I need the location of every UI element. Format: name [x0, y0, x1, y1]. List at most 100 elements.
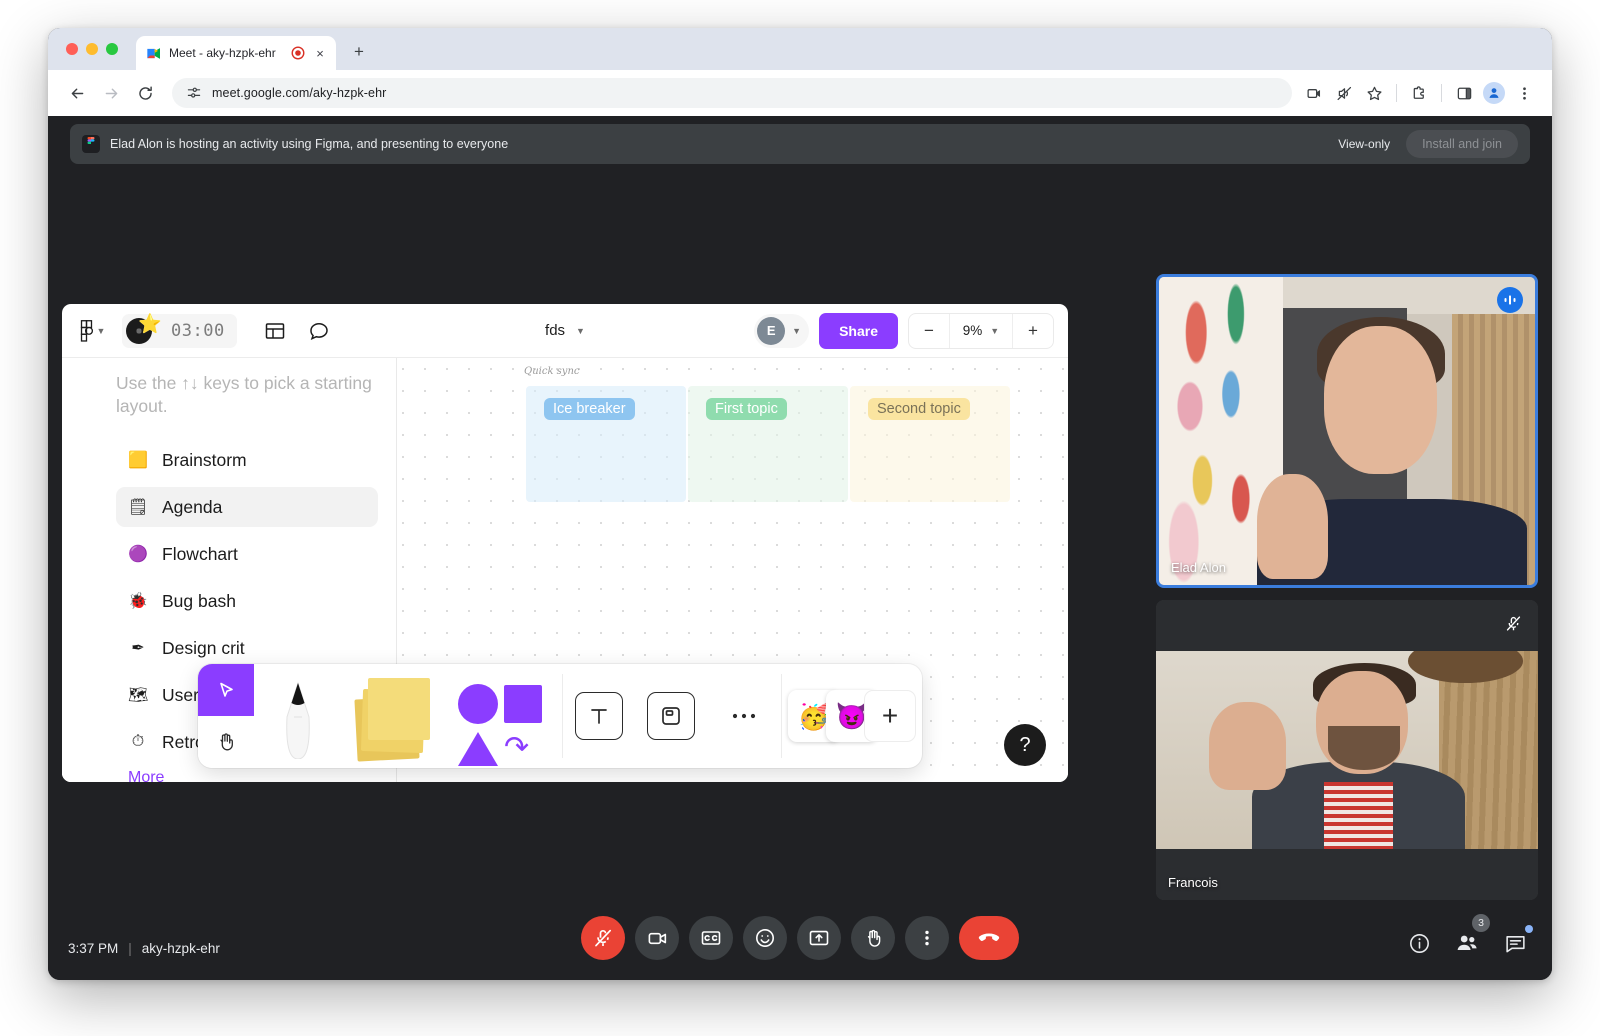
- figma-logo-icon[interactable]: ▼: [76, 315, 108, 347]
- stopwatch-icon: ⏱: [131, 733, 145, 751]
- striped-shirt: [1324, 781, 1393, 849]
- meeting-time: 3:37 PM: [68, 941, 119, 956]
- meeting-info: 3:37 PM | aky-hzpk-ehr: [68, 941, 220, 956]
- document-name-label: fds: [545, 322, 566, 339]
- agenda-column[interactable]: First topic: [688, 386, 848, 502]
- layout-glyph: [265, 322, 284, 339]
- address-bar[interactable]: meet.google.com/aky-hzpk-ehr: [172, 78, 1292, 108]
- extensions-icon[interactable]: [1405, 79, 1433, 107]
- leave-call-button[interactable]: [959, 916, 1019, 960]
- layout-item-label: Flowchart: [162, 543, 238, 564]
- activity-timer[interactable]: ⭐ 03:00: [122, 313, 237, 348]
- text-box: [575, 692, 623, 740]
- chat-button[interactable]: [1500, 925, 1533, 958]
- forward-button[interactable]: [96, 78, 126, 108]
- bookmark-star-icon[interactable]: [1360, 79, 1388, 107]
- shapes-icon[interactable]: ↷: [446, 664, 562, 768]
- zoom-in-button[interactable]: +: [1013, 314, 1053, 348]
- video-tile-elad-alon[interactable]: Elad Alon: [1156, 274, 1538, 588]
- sticky-notes-icon[interactable]: [342, 664, 446, 768]
- help-button[interactable]: ?: [1004, 724, 1046, 766]
- add-sticker-button[interactable]: +: [864, 690, 916, 742]
- side-panel-icon[interactable]: [1450, 79, 1478, 107]
- agenda-chip[interactable]: Second topic: [868, 398, 970, 420]
- new-tab-button[interactable]: +: [346, 39, 372, 65]
- video-tiles: Elad Alon Francois: [1156, 274, 1538, 900]
- figma-toolbar: ▼ ⭐ 03:00 fds ▼ E ▼ Share − 9% ▼ +: [62, 304, 1068, 358]
- video-stream: [1156, 600, 1538, 900]
- close-tab-button[interactable]: ×: [312, 45, 328, 61]
- layout-item-label: Design crit: [162, 637, 245, 658]
- raise-hand-button[interactable]: [851, 916, 895, 960]
- music-disc-star-icon: ⭐: [126, 315, 162, 344]
- more-options-button[interactable]: [905, 916, 949, 960]
- reactions-button[interactable]: [743, 916, 787, 960]
- minimize-window-button[interactable]: [86, 43, 98, 55]
- participants-button[interactable]: 3: [1452, 914, 1490, 958]
- layout-item-flowchart[interactable]: 🟣 Flowchart: [116, 534, 378, 574]
- figma-canvas[interactable]: Use the ↑↓ keys to pick a starting layou…: [62, 358, 1068, 782]
- more-tools-icon[interactable]: [707, 664, 781, 768]
- zoom-value: 9%: [962, 323, 983, 338]
- collaborator-avatars[interactable]: E ▼: [754, 313, 810, 348]
- cast-icon[interactable]: [1300, 79, 1328, 107]
- agenda-chip[interactable]: Ice breaker: [544, 398, 635, 420]
- arrow-right-icon: [105, 88, 117, 98]
- install-and-join-button[interactable]: Install and join: [1406, 130, 1518, 158]
- participant-name: Francois: [1168, 875, 1218, 890]
- cursor-tool-group: [198, 664, 254, 768]
- frame-tool-icon[interactable]: [635, 664, 707, 768]
- layout-item-design-crit[interactable]: ✒ Design crit: [116, 628, 378, 668]
- profile-icon[interactable]: [1480, 79, 1508, 107]
- zoom-value-dropdown[interactable]: 9% ▼: [949, 313, 1013, 348]
- square-shape-icon: [504, 685, 542, 723]
- bug-icon: 🐞: [128, 593, 148, 611]
- hangup-phone-icon: [978, 933, 1000, 942]
- beard: [1327, 726, 1401, 770]
- cursor-arrow-icon[interactable]: [198, 664, 254, 716]
- browser-tab[interactable]: Meet - aky-hzpk-ehr ×: [136, 36, 336, 70]
- layout-item-brainstorm[interactable]: 🟨 Brainstorm: [116, 440, 378, 480]
- close-window-button[interactable]: [66, 43, 78, 55]
- maximize-window-button[interactable]: [106, 43, 118, 55]
- present-screen-icon: [809, 930, 829, 946]
- participant-name: Elad Alon: [1171, 560, 1226, 575]
- present-button[interactable]: [797, 916, 841, 960]
- mic-muted-glyph: [1506, 615, 1520, 631]
- share-button[interactable]: Share: [819, 312, 898, 349]
- zoom-out-button[interactable]: −: [909, 314, 949, 348]
- layout-item-bug-bash[interactable]: 🐞 Bug bash: [116, 581, 378, 621]
- figma-tool-palette: ↷ 🥳 😈 +: [198, 664, 922, 768]
- comment-bubble-icon[interactable]: [303, 315, 335, 347]
- agenda-column[interactable]: Second topic: [850, 386, 1010, 502]
- layout-panel-icon[interactable]: [259, 315, 291, 347]
- document-name[interactable]: fds ▼: [545, 322, 585, 339]
- star-glyph: [1366, 86, 1382, 100]
- pen-nib-icon: ✒: [131, 640, 145, 658]
- chrome-menu-icon[interactable]: [1510, 79, 1538, 107]
- captions-button[interactable]: [689, 916, 733, 960]
- recording-indicator[interactable]: [291, 46, 305, 60]
- chevron-down-icon: ▼: [96, 325, 106, 336]
- meeting-details-button[interactable]: [1404, 928, 1434, 958]
- site-settings-icon[interactable]: [186, 85, 202, 101]
- chevron-down-icon: ▼: [990, 325, 1000, 336]
- camera-button[interactable]: [635, 916, 679, 960]
- more-layouts-link[interactable]: More: [116, 769, 378, 782]
- text-tool-icon[interactable]: [563, 664, 635, 768]
- reload-button[interactable]: [130, 78, 160, 108]
- arrow-left-icon: [71, 88, 83, 98]
- agenda-chip[interactable]: First topic: [706, 398, 787, 420]
- layout-item-label: Bug bash: [162, 590, 236, 611]
- back-button[interactable]: [62, 78, 92, 108]
- cc-icon: [701, 931, 721, 945]
- mute-site-icon[interactable]: [1330, 79, 1358, 107]
- microphone-off-button[interactable]: [581, 916, 625, 960]
- video-tile-francois[interactable]: Francois: [1156, 600, 1538, 900]
- meet-favicon: [147, 47, 160, 59]
- hand-pan-icon[interactable]: [198, 716, 254, 768]
- agenda-column[interactable]: Ice breaker: [526, 386, 686, 502]
- layout-item-agenda[interactable]: 🗒 Agenda: [116, 487, 378, 528]
- kebab-glyph: [1522, 86, 1526, 100]
- marker-pen-icon[interactable]: [254, 664, 342, 768]
